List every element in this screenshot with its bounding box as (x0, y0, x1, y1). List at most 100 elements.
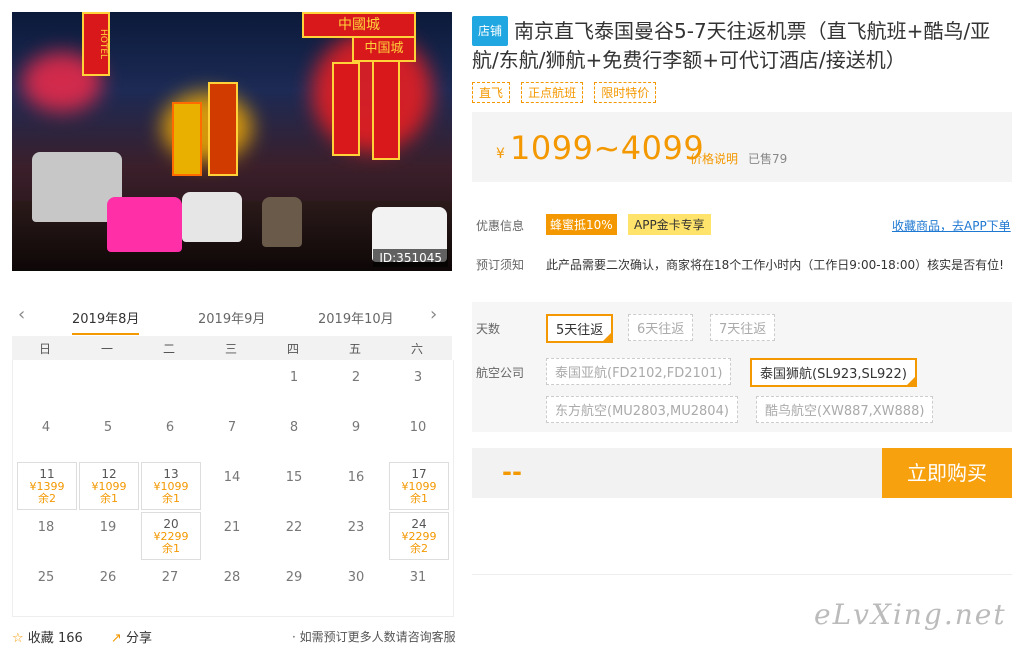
option-7days[interactable]: 7天往返 (710, 314, 776, 341)
calendar-day: 30 (327, 562, 385, 608)
calendar-day: 6 (141, 412, 199, 458)
day-number: 3 (413, 370, 423, 385)
calendar-day: 2 (327, 362, 385, 408)
weekday: 一 (100, 342, 113, 356)
favorite-app-link[interactable]: 收藏商品，去APP下单 (892, 217, 1011, 234)
day-number: 5 (103, 420, 113, 435)
calendar-day[interactable]: 12 ¥1099 余1 (79, 462, 139, 510)
notice-text: 此产品需要二次确认，商家将在18个工作小时内（工作日9:00-18:00）核实是… (546, 258, 1004, 272)
day-number: 7 (227, 420, 237, 435)
product-title: 店铺 南京直飞泰国曼谷5-7天往返机票（直飞航班+酷鸟/亚航/东航/狮航+免费行李… (472, 16, 1012, 74)
calendar-day: 3 (389, 362, 447, 408)
chevron-left-icon[interactable]: ‹ (18, 304, 25, 325)
day-number: 16 (347, 470, 365, 485)
weekday: 四 (286, 342, 299, 356)
days-label: 天数 (476, 322, 501, 336)
calendar-day: 18 (17, 512, 75, 558)
selected-total: -- (502, 458, 522, 486)
option-5days[interactable]: 5天往返 (546, 314, 614, 343)
sign-orange (208, 82, 238, 176)
sign-yellow (172, 102, 202, 176)
share-label[interactable]: 分享 (126, 631, 152, 646)
weekday: 二 (162, 342, 175, 356)
tab-month-oct[interactable]: 2019年10月 (318, 308, 394, 327)
calendar-day: 25 (17, 562, 75, 608)
group-booking-note: · 如需预订更多人数请咨询客服 (292, 630, 456, 644)
calendar-day: 8 (265, 412, 323, 458)
option-6days[interactable]: 6天往返 (628, 314, 694, 341)
calendar-day: 16 (327, 462, 385, 508)
day-number: 12 (101, 467, 117, 481)
tag: 正点航班 (521, 82, 584, 103)
sign-hotel: HOTEL (82, 12, 110, 76)
product-tags: 直飞 正点航班 限时特价 (472, 82, 662, 103)
day-number: 19 (99, 520, 117, 535)
title-text: 南京直飞泰国曼谷5-7天往返机票（直飞航班+酷鸟/亚航/东航/狮航+免费行李额+… (472, 19, 991, 72)
option-thai-lion[interactable]: 泰国狮航(SL923,SL922) (750, 358, 917, 387)
calendar-day: 15 (265, 462, 323, 508)
airline-label: 航空公司 (476, 366, 525, 380)
calendar-day: 28 (203, 562, 261, 608)
day-number: 23 (347, 520, 365, 535)
day-number: 10 (409, 420, 427, 435)
day-number: 22 (285, 520, 303, 535)
divider (472, 574, 1012, 575)
day-number: 18 (37, 520, 55, 535)
option-airasia[interactable]: 泰国亚航(FD2102,FD2101) (546, 358, 732, 385)
date-calendar: ‹ 2019年8月 2019年9月 2019年10月 › 日 一 二 三 四 五… (12, 300, 454, 617)
discount-badge-app: APP金卡专享 (628, 214, 711, 235)
product-hero-image: 中國城 中国城 HOTEL ID:351045 (12, 12, 452, 271)
day-number: 20 (163, 517, 179, 531)
calendar-day: 27 (141, 562, 199, 608)
day-number: 2 (351, 370, 361, 385)
tag: 直飞 (472, 82, 511, 103)
car (182, 192, 242, 242)
share-icon[interactable]: ↗ (111, 631, 122, 646)
price-range: 1099~4099 (510, 129, 705, 167)
price-explain-link[interactable]: 价格说明 (690, 150, 738, 167)
favorite-count: 166 (57, 631, 83, 646)
calendar-day: 5 (79, 412, 137, 458)
tag: 限时特价 (594, 82, 657, 103)
weekday: 六 (410, 342, 423, 356)
option-nokscoot[interactable]: 酷鸟航空(XW887,XW888) (756, 396, 934, 423)
tab-month-sep[interactable]: 2019年9月 (198, 308, 265, 327)
calendar-day: 14 (203, 462, 261, 508)
calendar-day: 22 (265, 512, 323, 558)
calendar-day[interactable]: 11 ¥1399 余2 (17, 462, 77, 510)
discount-label: 优惠信息 (476, 219, 525, 233)
calendar-day[interactable]: 20 ¥2299 余1 (141, 512, 201, 560)
calendar-day[interactable]: 13 ¥1099 余1 (141, 462, 201, 510)
day-number: 15 (285, 470, 303, 485)
calendar-day: 31 (389, 562, 447, 608)
day-stock: 余1 (162, 492, 180, 505)
option-china-eastern[interactable]: 东方航空(MU2803,MU2804) (546, 396, 738, 423)
favorite-label[interactable]: 收藏 (28, 631, 54, 646)
day-number: 1 (289, 370, 299, 385)
day-number: 17 (411, 467, 427, 481)
day-number: 21 (223, 520, 241, 535)
day-stock: 余1 (100, 492, 118, 505)
day-number: 30 (347, 570, 365, 585)
weekday: 五 (348, 342, 361, 356)
shop-badge[interactable]: 店铺 (472, 16, 509, 46)
buy-now-button[interactable]: 立即购买 (882, 448, 1012, 498)
star-icon[interactable]: ☆ (12, 631, 24, 646)
calendar-day[interactable]: 24 ¥2299 余2 (389, 512, 449, 560)
sign-vertical (332, 62, 360, 156)
chevron-right-icon[interactable]: › (430, 304, 437, 325)
price-box: ¥ 1099~4099 价格说明 已售79 (472, 112, 1012, 182)
calendar-day: 29 (265, 562, 323, 608)
day-stock: 余2 (38, 492, 56, 505)
sold-count: 已售79 (748, 152, 788, 166)
weekday: 三 (224, 342, 237, 356)
calendar-day: 23 (327, 512, 385, 558)
day-number: 31 (409, 570, 427, 585)
weekday-header: 日 一 二 三 四 五 六 (12, 336, 452, 360)
day-number: 9 (351, 420, 361, 435)
tab-month-aug[interactable]: 2019年8月 (72, 308, 140, 335)
calendar-day: 9 (327, 412, 385, 458)
calendar-day[interactable]: 17 ¥1099 余1 (389, 462, 449, 510)
sign-chinatown: 中國城 (302, 12, 416, 38)
day-number: 27 (161, 570, 179, 585)
